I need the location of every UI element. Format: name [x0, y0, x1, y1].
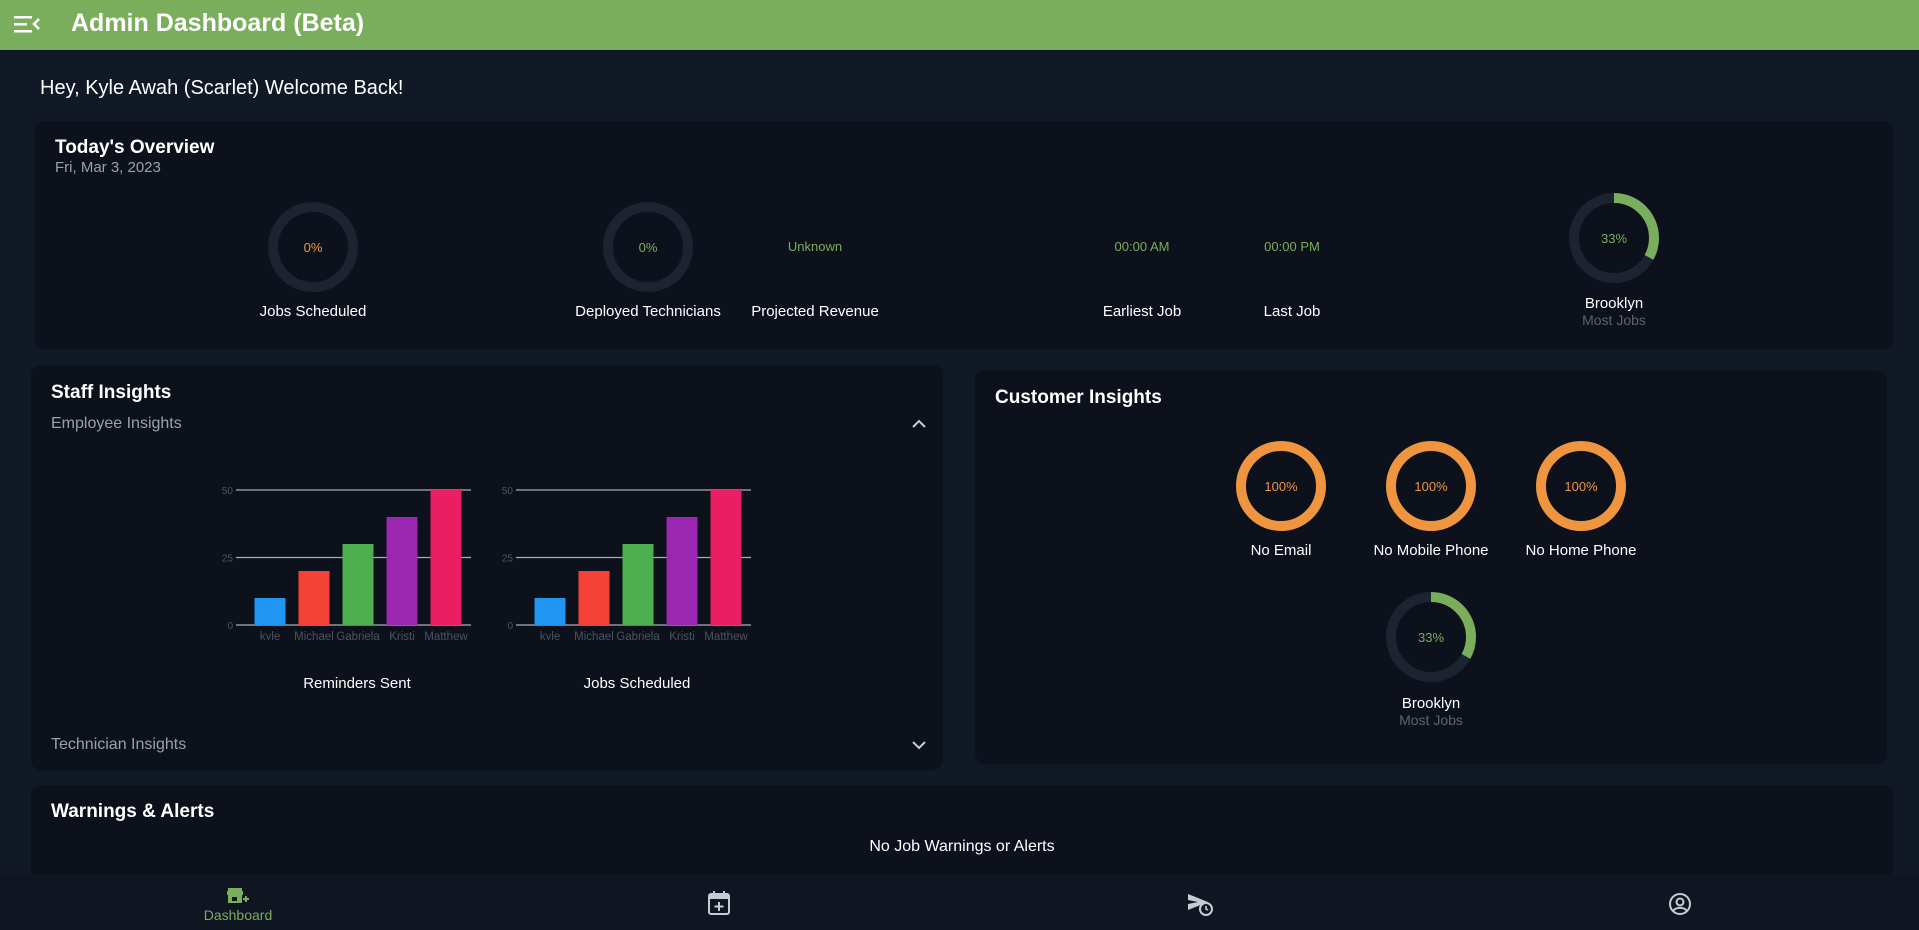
no-warnings-message: No Job Warnings or Alerts	[869, 838, 1055, 855]
top-area-percent: 33%	[1600, 230, 1628, 246]
deployed-technicians-label: Deployed Technicians	[575, 303, 721, 320]
projected-revenue-value: Unknown	[787, 239, 843, 254]
dashboard-icon	[227, 888, 249, 903]
deployed-technicians-ring: 0%	[602, 201, 694, 293]
bar[interactable]	[534, 598, 566, 625]
jobs-scheduled-chart: 0 25 50 kyle Michael Gabriela Kristi Matthew	[502, 486, 751, 640]
app-bar: Admin Dashboard (Beta)	[0, 0, 1919, 50]
no-home-metric: No Home Phone	[1506, 542, 1656, 559]
reminders-sent-caption: Reminders Sent	[303, 675, 411, 692]
no-mobile-percent: 100%	[1414, 478, 1448, 494]
no-home-ring: 100%	[1535, 440, 1627, 532]
projected-revenue-label: Projected Revenue	[751, 303, 879, 320]
nav-dashboard[interactable]: Dashboard	[178, 874, 298, 930]
nav-reminders[interactable]	[1140, 874, 1260, 930]
send-schedule-icon	[1188, 894, 1213, 916]
no-home-percent: 100%	[1564, 478, 1598, 494]
bar[interactable]	[254, 598, 286, 625]
warnings-title: Warnings & Alerts	[51, 801, 215, 822]
x-tick-label: Matthew	[424, 631, 468, 640]
deployed-technicians-metric: Deployed Technicians	[568, 303, 728, 320]
customer-insights-title: Customer Insights	[995, 387, 1162, 408]
no-email-percent: 100%	[1264, 478, 1298, 494]
bar[interactable]	[386, 517, 418, 625]
bar[interactable]	[622, 544, 654, 625]
deployed-technicians-percent: 0%	[638, 239, 658, 255]
projected-revenue-metric: Projected Revenue	[735, 303, 895, 320]
top-area-metric: Brooklyn Most Jobs	[1554, 295, 1674, 328]
warnings-alerts-card: Warnings & Alerts No Job Warnings or Ale…	[31, 785, 1893, 885]
no-home-label: No Home Phone	[1525, 542, 1637, 559]
y-tick-label: 50	[222, 486, 234, 497]
customer-top-area-sub: Most Jobs	[1399, 712, 1463, 728]
y-tick-label: 0	[227, 621, 233, 632]
top-area-label: Brooklyn	[1584, 295, 1644, 312]
bottom-navigation: Dashboard	[0, 874, 1919, 930]
x-tick-label: Michael	[574, 631, 614, 640]
overview-title: Today's Overview	[55, 137, 215, 158]
x-tick-label: Kristi	[669, 631, 695, 640]
no-mobile-ring: 100%	[1385, 440, 1477, 532]
customer-top-area-label: Brooklyn	[1401, 695, 1461, 712]
jobs-scheduled-caption: Jobs Scheduled	[583, 675, 691, 692]
jobs-scheduled-metric: Jobs Scheduled	[247, 303, 379, 320]
y-tick-label: 50	[502, 486, 514, 497]
customer-top-area-ring: 33%	[1385, 591, 1477, 683]
x-tick-label: Gabriela	[616, 631, 660, 640]
last-job-value: 00:00 PM	[1264, 239, 1320, 254]
bar[interactable]	[710, 490, 742, 625]
customer-top-area-percent: 33%	[1417, 629, 1445, 645]
x-tick-label: kyle	[260, 631, 280, 640]
last-job-metric: Last Job	[1232, 303, 1352, 320]
app-title: Admin Dashboard (Beta)	[71, 9, 365, 37]
calendar-add-icon	[708, 891, 730, 915]
y-tick-label: 25	[502, 554, 514, 565]
chevron-up-icon[interactable]	[911, 419, 927, 429]
nav-dashboard-label: Dashboard	[203, 907, 273, 923]
customer-insights-card: Customer Insights 100% No Email 100% No …	[975, 370, 1887, 764]
jobs-scheduled-ring: 0%	[267, 201, 359, 293]
overview-date: Fri, Mar 3, 2023	[55, 159, 161, 176]
account-icon	[1669, 893, 1691, 915]
last-job-label: Last Job	[1263, 303, 1321, 320]
jobs-scheduled-percent: 0%	[303, 239, 323, 255]
nav-schedule[interactable]	[659, 874, 779, 930]
earliest-job-label: Earliest Job	[1102, 303, 1182, 320]
earliest-job-metric: Earliest Job	[1082, 303, 1202, 320]
x-tick-label: Michael	[294, 631, 334, 640]
staff-insights-card: Staff Insights Employee Insights 0 25 50 ky…	[31, 365, 943, 770]
earliest-job-value: 00:00 AM	[1114, 239, 1170, 254]
nav-account[interactable]	[1620, 874, 1740, 930]
jobs-scheduled-label: Jobs Scheduled	[259, 303, 367, 320]
customer-top-area-metric: Brooklyn Most Jobs	[1371, 695, 1491, 728]
welcome-greeting: Hey, Kyle Awah (Scarlet) Welcome Back!	[40, 77, 404, 99]
y-tick-label: 0	[507, 621, 513, 632]
reminders-sent-chart: 0 25 50 kyle Michael Gabriela Kristi Matthew	[222, 486, 471, 640]
staff-insights-title: Staff Insights	[51, 382, 172, 403]
bar[interactable]	[298, 571, 330, 625]
bar[interactable]	[430, 490, 462, 625]
chevron-down-icon[interactable]	[911, 740, 927, 750]
todays-overview-card: Today's Overview Fri, Mar 3, 2023 0% Job…	[35, 121, 1893, 349]
x-tick-label: Matthew	[704, 631, 748, 640]
employee-insights-header[interactable]: Employee Insights	[51, 415, 182, 433]
x-tick-label: Gabriela	[336, 631, 380, 640]
no-email-label: No Email	[1250, 542, 1312, 559]
x-tick-label: Kristi	[389, 631, 415, 640]
no-email-metric: No Email	[1211, 542, 1351, 559]
y-tick-label: 25	[222, 554, 234, 565]
no-mobile-metric: No Mobile Phone	[1356, 542, 1506, 559]
top-area-sub: Most Jobs	[1582, 312, 1646, 328]
x-tick-label: kyle	[540, 631, 560, 640]
bar[interactable]	[578, 571, 610, 625]
no-email-ring: 100%	[1235, 440, 1327, 532]
bar[interactable]	[342, 544, 374, 625]
no-mobile-label: No Mobile Phone	[1373, 542, 1489, 559]
bar[interactable]	[666, 517, 698, 625]
top-area-ring: 33%	[1568, 192, 1660, 284]
technician-insights-header[interactable]: Technician Insights	[51, 736, 186, 754]
menu-collapse-icon[interactable]	[14, 12, 40, 36]
